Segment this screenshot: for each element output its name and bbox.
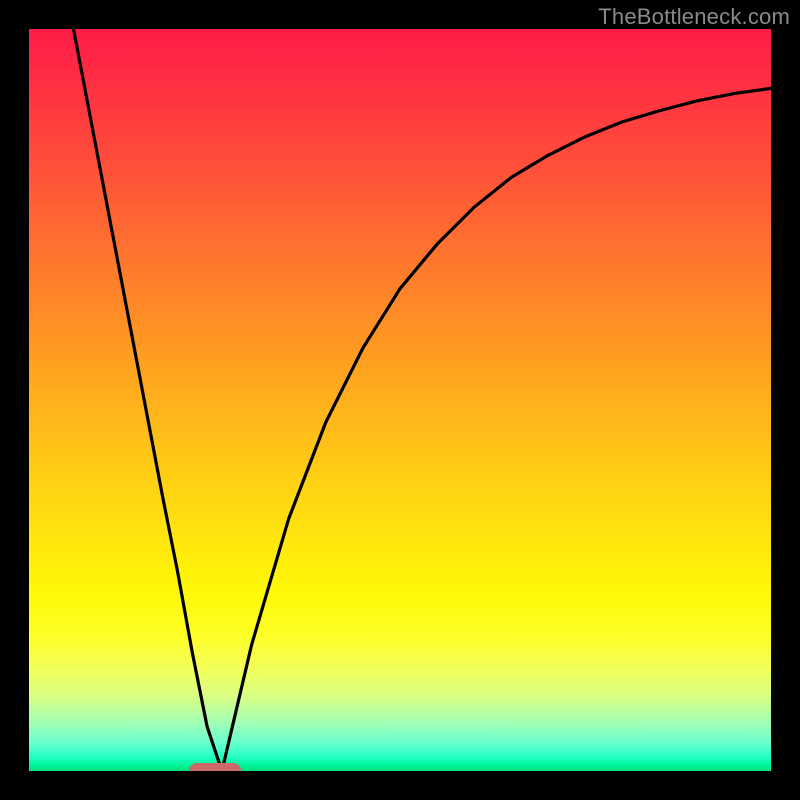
optimum-marker: [189, 763, 241, 771]
bottleneck-curve: [29, 29, 771, 771]
watermark-text: TheBottleneck.com: [598, 4, 790, 30]
plot-area: [29, 29, 771, 771]
frame: TheBottleneck.com: [0, 0, 800, 800]
